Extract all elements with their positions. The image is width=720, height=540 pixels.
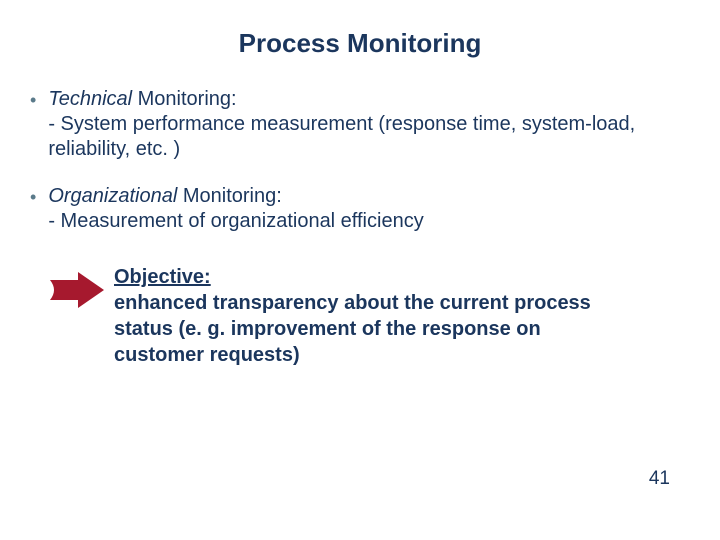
page-number: 41: [649, 468, 670, 490]
objective-body: enhanced transparency about the current …: [114, 292, 591, 366]
bullet-body-text: - Measurement of organizational efficien…: [48, 210, 423, 232]
slide: Process Monitoring • Technical Monitorin…: [0, 0, 720, 540]
bullet-body-text: - System performance measurement (respon…: [48, 113, 635, 160]
objective-block: Objective: enhanced transparency about t…: [30, 264, 680, 368]
arrow-icon: [48, 270, 114, 310]
bullet-heading: Technical: [48, 88, 132, 110]
bullet-text: Organizational Monitoring: - Measurement…: [48, 184, 423, 234]
bullet-text: Technical Monitoring: - System performan…: [48, 87, 680, 162]
page-title: Process Monitoring: [0, 0, 720, 87]
bullet-item: • Organizational Monitoring: - Measureme…: [30, 184, 680, 234]
bullet-icon: •: [30, 88, 36, 112]
bullet-heading-suffix: Monitoring:: [177, 185, 282, 207]
bullet-heading-suffix: Monitoring:: [132, 88, 237, 110]
content-area: • Technical Monitoring: - System perform…: [0, 87, 720, 368]
bullet-item: • Technical Monitoring: - System perform…: [30, 87, 680, 162]
objective-text: Objective: enhanced transparency about t…: [114, 264, 634, 368]
bullet-icon: •: [30, 185, 36, 209]
bullet-heading: Organizational: [48, 185, 177, 207]
objective-label: Objective:: [114, 266, 211, 288]
